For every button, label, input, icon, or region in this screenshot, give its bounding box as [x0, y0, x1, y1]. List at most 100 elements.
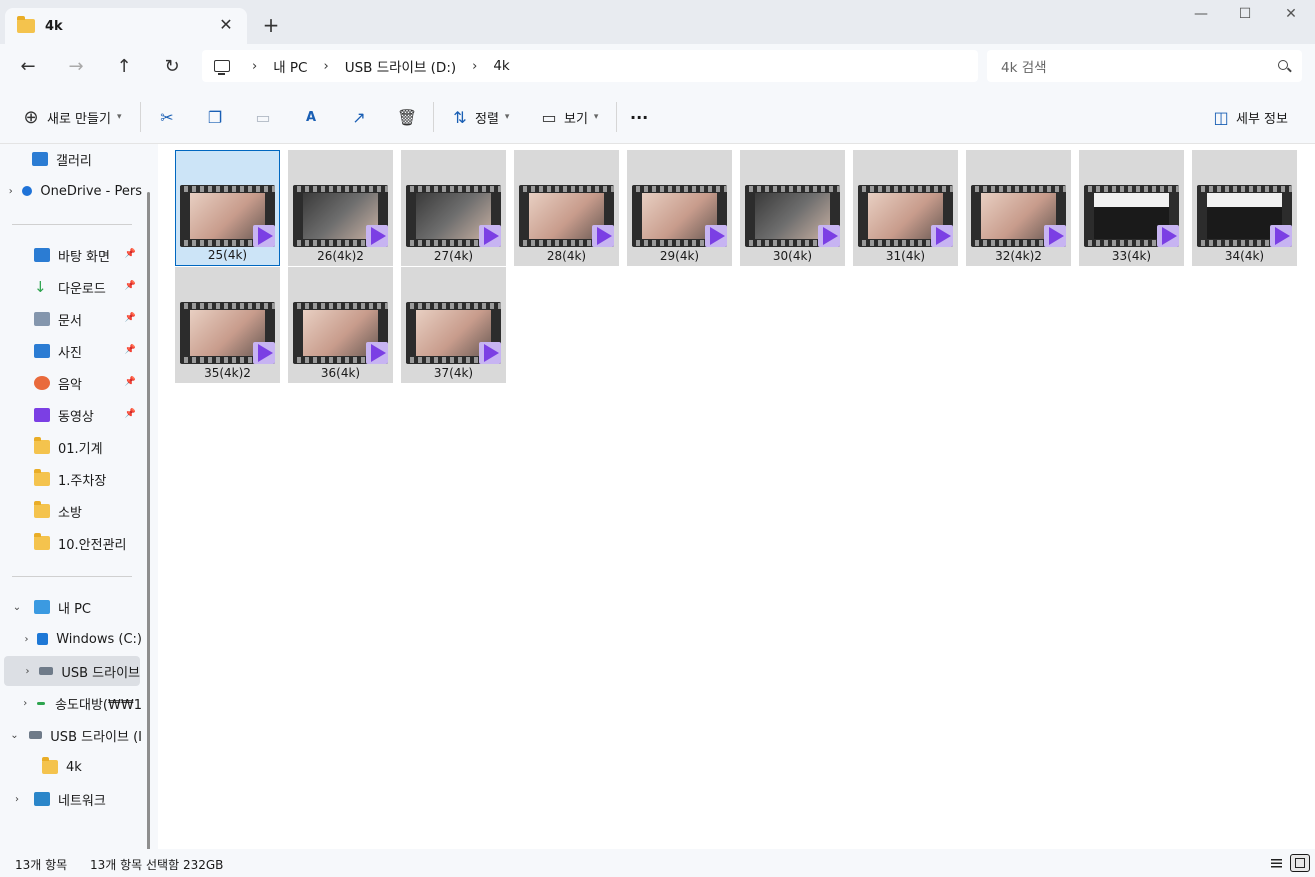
- copy-button[interactable]: ❐: [202, 104, 228, 130]
- navigation-pane: 갤러리 › OneDrive - Pers 바탕 화면 📌 ↓ 다운로드 📌 문…: [0, 144, 158, 877]
- pin-icon[interactable]: 📌: [125, 345, 136, 355]
- sidebar-item-this-pc[interactable]: ⌄ 내 PC: [0, 592, 142, 622]
- close-tab-icon[interactable]: ✕: [215, 14, 237, 36]
- sidebar-item-network-share[interactable]: › 송도대방(₩₩1: [0, 688, 142, 718]
- cut-button[interactable]: ✂: [154, 104, 180, 130]
- pin-icon[interactable]: 📌: [125, 377, 136, 387]
- video-file-item[interactable]: 37(4k): [401, 267, 506, 383]
- view-button[interactable]: ▭ 보기 ▾: [536, 104, 598, 130]
- chevron-right-icon[interactable]: ›: [0, 698, 35, 709]
- video-thumbnail: [1084, 185, 1179, 247]
- search-input[interactable]: 4k 검색: [987, 50, 1302, 82]
- pin-icon[interactable]: 📌: [125, 313, 136, 323]
- sidebar-item-label: 01.기계: [58, 441, 103, 457]
- chevron-right-icon[interactable]: ›: [323, 59, 328, 74]
- more-button[interactable]: ···: [630, 104, 648, 130]
- sidebar-item-onedrive[interactable]: › OneDrive - Pers: [0, 176, 142, 206]
- chevron-down-icon[interactable]: ⌄: [0, 602, 34, 613]
- sidebar-item-network[interactable]: › 네트워크: [0, 784, 142, 814]
- video-file-item[interactable]: 31(4k): [853, 150, 958, 266]
- video-file-item[interactable]: 35(4k)2: [175, 267, 280, 383]
- breadcrumb-4k[interactable]: 4k: [493, 58, 509, 74]
- sidebar-item-pictures[interactable]: 사진 📌: [0, 336, 142, 366]
- back-button[interactable]: ←: [14, 53, 42, 81]
- sidebar-item-desktop[interactable]: 바탕 화면 📌: [0, 240, 142, 270]
- sidebar-item-usb-drive[interactable]: › USB 드라이브: [4, 656, 140, 686]
- sidebar-item-folder[interactable]: 01.기계: [0, 432, 142, 462]
- tab-4k[interactable]: 4k ✕: [5, 8, 247, 44]
- video-file-item[interactable]: 33(4k): [1079, 150, 1184, 266]
- sidebar-item-usb-root[interactable]: ⌄ USB 드라이브 (I: [0, 720, 142, 750]
- chevron-down-icon: ▾: [116, 112, 122, 122]
- sidebar-item-folder[interactable]: 10.안전관리: [0, 528, 142, 558]
- video-file-item[interactable]: 29(4k): [627, 150, 732, 266]
- breadcrumb-this-pc[interactable]: 내 PC: [273, 56, 307, 76]
- sidebar-item-4k[interactable]: 4k: [0, 752, 142, 782]
- details-view-button[interactable]: [1266, 854, 1286, 872]
- chevron-down-icon[interactable]: ⌄: [0, 730, 29, 741]
- sidebar-item-music[interactable]: 음악 📌: [0, 368, 142, 398]
- copy-icon: ❐: [207, 107, 223, 127]
- sort-button[interactable]: ⇅ 정렬 ▾: [447, 104, 509, 130]
- new-tab-button[interactable]: +: [258, 12, 284, 38]
- video-file-item[interactable]: 32(4k)2: [966, 150, 1071, 266]
- minimize-button[interactable]: —: [1178, 6, 1224, 28]
- computer-icon[interactable]: [214, 60, 230, 75]
- sidebar-item-label: 송도대방(₩₩1: [55, 697, 142, 713]
- video-file-item[interactable]: 30(4k): [740, 150, 845, 266]
- sidebar-item-documents[interactable]: 문서 📌: [0, 304, 142, 334]
- rename-button[interactable]: A: [298, 104, 324, 130]
- file-name: 30(4k): [772, 249, 813, 263]
- chevron-right-icon[interactable]: ›: [0, 634, 37, 645]
- sidebar-item-label: 10.안전관리: [58, 537, 127, 553]
- file-view[interactable]: 25(4k) 26(4k)2 27(4k) 28(4k) 29(4k) 30(4k) 31(…: [158, 144, 1315, 849]
- title-bar: 4k ✕ + — ☐ ✕: [0, 0, 1315, 44]
- maximize-button[interactable]: ☐: [1222, 6, 1268, 28]
- address-bar[interactable]: › 내 PC › USB 드라이브 (D:) › 4k: [202, 50, 978, 82]
- delete-button[interactable]: 🗑: [394, 104, 420, 130]
- sidebar-item-videos[interactable]: 동영상 📌: [0, 400, 142, 430]
- large-icons-view-button[interactable]: [1290, 854, 1310, 872]
- rename-icon: A: [305, 109, 317, 125]
- forward-button[interactable]: →: [62, 53, 90, 81]
- video-file-item[interactable]: 36(4k): [288, 267, 393, 383]
- new-button[interactable]: ⊕ 새로 만들기 ▾: [18, 104, 121, 130]
- video-file-item[interactable]: 25(4k): [175, 150, 280, 266]
- chevron-right-icon[interactable]: ›: [252, 59, 257, 74]
- sidebar-item-label: Windows (C:): [56, 631, 142, 647]
- paste-button[interactable]: ▭: [250, 104, 276, 130]
- play-icon: [371, 227, 386, 245]
- refresh-button[interactable]: ↻: [158, 53, 186, 81]
- sidebar-item-folder[interactable]: 1.주차장: [0, 464, 142, 494]
- video-file-item[interactable]: 28(4k): [514, 150, 619, 266]
- chevron-right-icon[interactable]: ›: [0, 794, 34, 805]
- sidebar-item-folder[interactable]: 소방: [0, 496, 142, 526]
- video-file-item[interactable]: 26(4k)2: [288, 150, 393, 266]
- sidebar-item-downloads[interactable]: ↓ 다운로드 📌: [0, 272, 142, 302]
- folder-icon: [17, 16, 35, 33]
- sidebar-item-label: OneDrive - Pers: [40, 183, 142, 199]
- chevron-right-icon[interactable]: ›: [472, 59, 477, 74]
- file-name: 25(4k): [207, 248, 248, 262]
- sidebar-item-label: USB 드라이브: [61, 665, 140, 681]
- pin-icon[interactable]: 📌: [125, 249, 136, 259]
- pin-icon[interactable]: 📌: [125, 281, 136, 291]
- breadcrumb-usb-drive[interactable]: USB 드라이브 (D:): [345, 56, 456, 76]
- video-file-item[interactable]: 34(4k): [1192, 150, 1297, 266]
- film-strip-edge: [1197, 186, 1292, 192]
- sidebar-item-gallery[interactable]: 갤러리: [0, 144, 142, 174]
- sidebar-item-label: 소방: [58, 505, 82, 521]
- details-button[interactable]: ◫ 세부 정보: [1208, 104, 1288, 130]
- sidebar-divider: [12, 224, 132, 225]
- close-window-button[interactable]: ✕: [1268, 6, 1314, 28]
- up-button[interactable]: ↑: [110, 53, 138, 81]
- sidebar-item-drive-c[interactable]: › Windows (C:): [0, 624, 142, 654]
- chevron-right-icon[interactable]: ›: [0, 186, 22, 197]
- share-button[interactable]: ↗: [346, 104, 372, 130]
- play-icon: [1162, 227, 1177, 245]
- video-file-item[interactable]: 27(4k): [401, 150, 506, 266]
- pin-icon[interactable]: 📌: [125, 409, 136, 419]
- sidebar-scrollbar[interactable]: [147, 192, 150, 877]
- chevron-right-icon[interactable]: ›: [4, 666, 39, 677]
- new-label: 새로 만들기: [47, 111, 111, 127]
